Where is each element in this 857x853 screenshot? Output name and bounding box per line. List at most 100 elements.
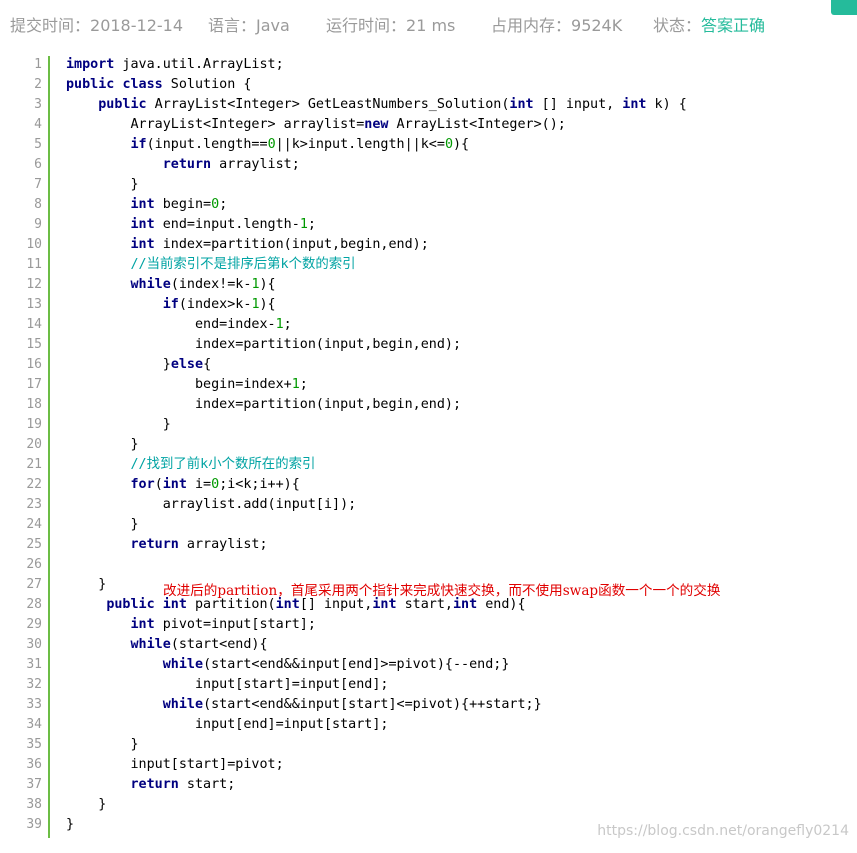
line-number: 18 [26, 397, 42, 412]
line-number: 30 [26, 637, 42, 652]
code-keyword: return [130, 777, 179, 792]
code-number: 1 [291, 377, 300, 392]
code-line: 16 }else{ [0, 355, 857, 375]
code-keyword: int [130, 237, 155, 252]
code-keyword: else [170, 357, 204, 372]
line-number: 4 [34, 117, 42, 132]
code-number: 0 [444, 137, 453, 152]
code-number: 1 [251, 297, 260, 312]
code-token: index=partition(input,begin,end); [66, 397, 462, 412]
code-line: 12 while(index!=k-1){ [0, 275, 857, 295]
code-keyword: int [453, 597, 478, 612]
submit-time: 提交时间：2018-12-14 [10, 12, 183, 36]
submit-time-value: 2018-12-14 [90, 16, 183, 35]
code-text: index=partition(input,begin,end); [66, 395, 461, 415]
code-line: 19 } [0, 415, 857, 435]
code-token: start, [396, 597, 453, 612]
code-token: input[end]=input[start]; [66, 717, 389, 732]
code-text: public class Solution { [66, 75, 251, 95]
code-token: ; [283, 317, 292, 332]
code-text: } [66, 735, 139, 755]
language: 语言：Java [208, 12, 290, 36]
code-line: 6 return arraylist; [0, 155, 857, 175]
code-token: partition( [186, 597, 276, 612]
code-text: return start; [66, 775, 236, 795]
code-token: end){ [477, 597, 526, 612]
code-number: 0 [211, 197, 220, 212]
code-line: 9 int end=input.length-1; [0, 215, 857, 235]
code-token: ArrayList<Integer> arraylist= [66, 117, 365, 132]
line-number: 33 [26, 697, 42, 712]
code-line: 10 int index=partition(input,begin,end); [0, 235, 857, 255]
code-line: 15 index=partition(input,begin,end); [0, 335, 857, 355]
code-text: return arraylist; [66, 535, 268, 555]
code-line: 24 } [0, 515, 857, 535]
status-badge: 答案正确 [701, 16, 766, 35]
code-text: import java.util.ArrayList; [66, 55, 284, 75]
code-keyword: int [130, 217, 155, 232]
code-line: 3 public ArrayList<Integer> GetLeastNumb… [0, 95, 857, 115]
code-keyword: return [162, 157, 212, 172]
code-number: 1 [299, 217, 308, 232]
line-number: 16 [26, 357, 42, 372]
line-number: 7 [34, 177, 42, 192]
run-time-value: 21 ms [406, 16, 456, 35]
line-number: 28 [26, 597, 42, 612]
line-number: 27 [26, 577, 42, 592]
code-keyword: int [130, 197, 155, 212]
code-token: ){ [259, 277, 276, 292]
code-token: } [66, 737, 139, 752]
code-token: k) { [646, 97, 687, 112]
line-number: 19 [26, 417, 42, 432]
line-number: 37 [26, 777, 42, 792]
code-token: i= [186, 477, 212, 492]
code-text: } [66, 795, 106, 815]
code-token: } [66, 797, 107, 812]
watermark: https://blog.csdn.net/orangefly0214 [597, 823, 849, 839]
run-time: 运行时间：21 ms [326, 12, 455, 36]
line-number: 24 [26, 517, 42, 532]
line-number: 36 [26, 757, 42, 772]
code-keyword: for [130, 477, 155, 492]
code-number: 0 [267, 137, 276, 152]
line-number: 12 [26, 277, 42, 292]
line-number: 15 [26, 337, 42, 352]
code-token: { [203, 357, 212, 372]
code-line: 37 return start; [0, 775, 857, 795]
language-value: Java [256, 16, 290, 35]
memory: 占用内存：9524K [491, 12, 622, 36]
line-number: 23 [26, 497, 42, 512]
code-number: 1 [275, 317, 284, 332]
code-token: ArrayList<Integer> GetLeastNumbers_Solut… [146, 97, 510, 112]
code-viewer: 1 import java.util.ArrayList; 2 public clas… [0, 52, 857, 842]
line-number: 10 [26, 237, 42, 252]
code-text: } [66, 515, 138, 535]
code-text: for(int i=0;i<k;i++){ [66, 475, 300, 495]
corner-tab-icon[interactable] [831, 0, 857, 15]
code-keyword: if [162, 297, 179, 312]
language-label: 语言： [208, 16, 257, 35]
code-token: arraylist.add(input[i]); [66, 497, 357, 512]
code-line: 18 index=partition(input,begin,end); [0, 395, 857, 415]
code-line: 4 ArrayList<Integer> arraylist=new Array… [0, 115, 857, 135]
code-line: 21 //找到了前k小个数所在的索引 [0, 455, 857, 475]
line-number: 39 [26, 817, 42, 832]
code-line: 20 } [0, 435, 857, 455]
code-token: ; [219, 197, 228, 212]
line-number: 31 [26, 657, 42, 672]
code-line: 33 while(start<end&&input[start]<=pivot)… [0, 695, 857, 715]
code-token: ArrayList<Integer>(); [388, 117, 566, 132]
line-number: 13 [26, 297, 42, 312]
code-token: [] input, [533, 97, 623, 112]
code-line: 8 int begin=0; [0, 195, 857, 215]
code-token: input[start]=input[end]; [66, 677, 389, 692]
code-text: } [66, 435, 138, 455]
